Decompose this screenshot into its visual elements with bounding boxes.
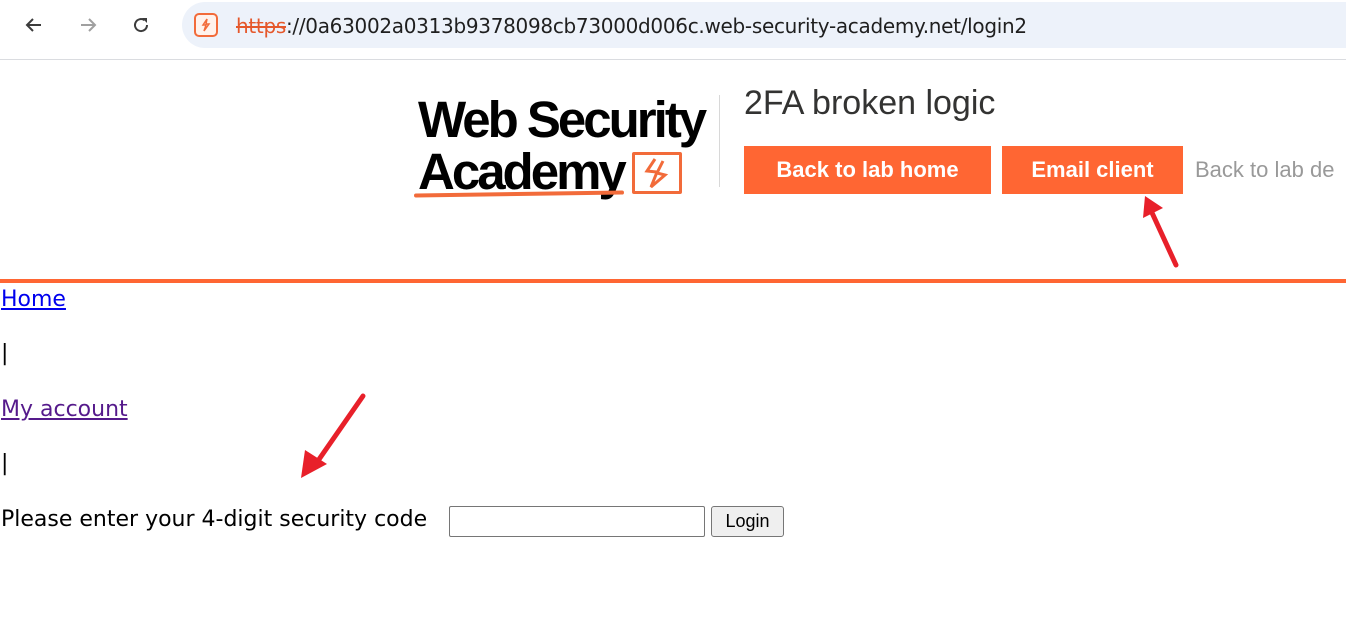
reload-button[interactable] (126, 10, 156, 40)
lightning-icon (194, 13, 218, 37)
browser-toolbar: https://0a63002a0313b9378098cb73000d006c… (0, 0, 1346, 60)
address-bar[interactable]: https://0a63002a0313b9378098cb73000d006c… (182, 2, 1346, 48)
url-text: https://0a63002a0313b9378098cb73000d006c… (236, 14, 1027, 38)
forward-button[interactable] (73, 10, 103, 40)
security-code-label: Please enter your 4-digit security code (1, 507, 428, 532)
login-button[interactable]: Login (711, 506, 784, 537)
back-to-lab-description-link[interactable]: Back to lab de (1195, 157, 1334, 183)
lab-title: 2FA broken logic (744, 84, 996, 122)
reload-icon (134, 18, 149, 33)
header-rule (0, 279, 1346, 283)
logo-line2: Academy (418, 143, 627, 200)
url-scheme: https (236, 14, 286, 38)
nav-separator: | (1, 341, 9, 366)
security-code-input[interactable] (449, 506, 705, 537)
back-button[interactable] (19, 10, 49, 40)
annotation-arrow-icon (1143, 196, 1179, 268)
nav-separator: | (1, 451, 9, 476)
home-link[interactable]: Home (1, 287, 66, 312)
my-account-link[interactable]: My account (1, 397, 128, 422)
header-divider (719, 95, 720, 187)
annotation-arrow-icon (301, 393, 366, 478)
arrow-right-icon (81, 18, 97, 32)
academy-logo[interactable]: Web Security Academy (413, 90, 714, 202)
email-client-button[interactable]: Email client (1002, 146, 1183, 194)
lightning-icon (632, 152, 682, 194)
url-path: ://0a63002a0313b9378098cb73000d006c.web-… (285, 14, 1027, 38)
logo-line1: Web Security (418, 91, 707, 148)
back-to-lab-home-button[interactable]: Back to lab home (744, 146, 991, 194)
arrow-left-icon (25, 18, 41, 32)
